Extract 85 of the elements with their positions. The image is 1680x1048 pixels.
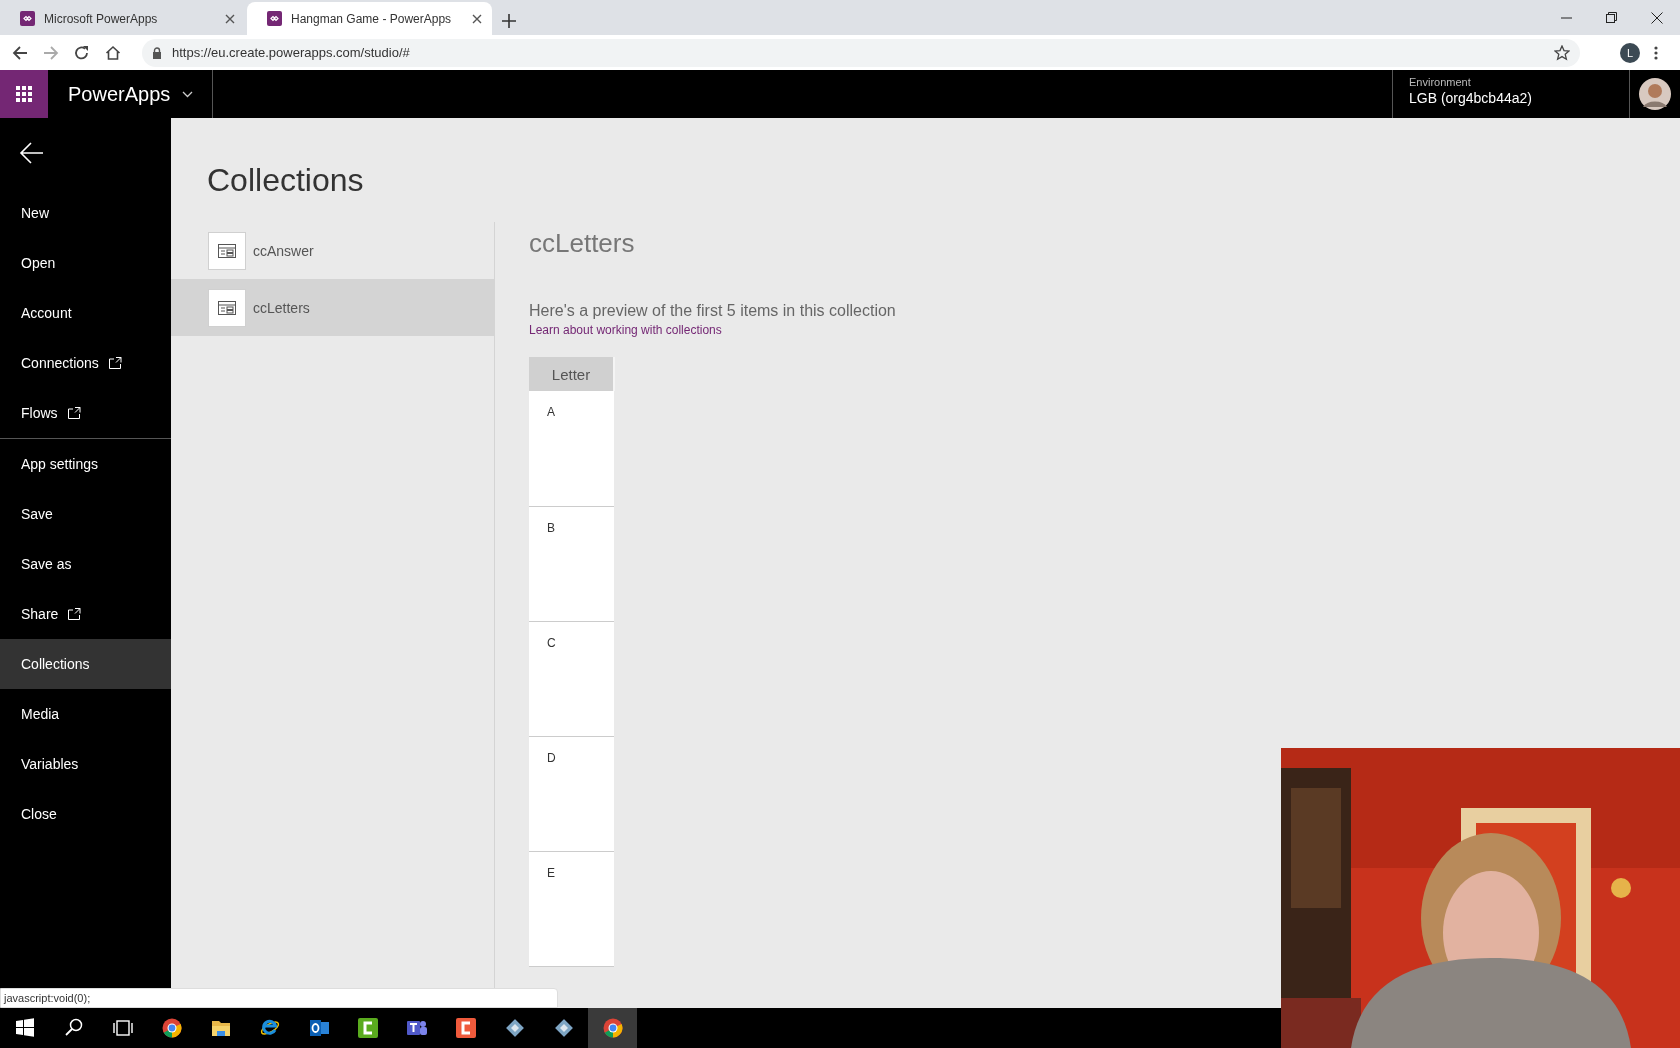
sidebar-label: Save bbox=[21, 506, 53, 522]
environment-label: Environment bbox=[1409, 76, 1472, 88]
search-icon bbox=[63, 1018, 84, 1038]
browser-tab[interactable]: Hangman Game - PowerApps bbox=[247, 2, 492, 35]
task-view-icon bbox=[112, 1018, 133, 1038]
environment-name: LGB (org4bcb44a2) bbox=[1409, 90, 1533, 106]
chrome-icon bbox=[161, 1018, 182, 1038]
table-glyph bbox=[218, 243, 236, 258]
bracket-app-icon bbox=[357, 1018, 378, 1038]
table-cell: E bbox=[529, 851, 614, 966]
star-icon[interactable] bbox=[1554, 44, 1570, 61]
sidebar-item[interactable]: Save bbox=[0, 489, 171, 539]
sidebar-item[interactable]: Account bbox=[0, 288, 171, 338]
app-name: PowerApps bbox=[68, 82, 171, 106]
sidebar-label: Account bbox=[21, 305, 72, 321]
user-avatar[interactable] bbox=[1639, 78, 1671, 110]
sidebar-item[interactable]: Close bbox=[0, 789, 171, 839]
app-favicon-icon bbox=[267, 11, 282, 26]
tab-title: Hangman Game - PowerApps bbox=[291, 11, 453, 26]
address-bar[interactable]: https://eu.create.powerapps.com/studio/# bbox=[142, 38, 1580, 67]
team-app-icon bbox=[406, 1018, 427, 1038]
help-link[interactable]: Learn about working with collections bbox=[529, 323, 722, 337]
sidebar-label: Collections bbox=[21, 656, 90, 672]
restore-icon[interactable] bbox=[1606, 12, 1617, 23]
diamond-app-icon bbox=[504, 1018, 525, 1038]
sidebar-item[interactable]: New bbox=[0, 188, 171, 238]
table-cell: A bbox=[529, 391, 614, 506]
browser-tab[interactable]: Microsoft PowerApps bbox=[0, 2, 245, 35]
page-title: Collections bbox=[206, 161, 365, 200]
sidebar-label: App settings bbox=[21, 456, 99, 472]
close-icon[interactable] bbox=[1651, 11, 1663, 24]
sidebar-item[interactable]: Connections bbox=[0, 338, 171, 388]
bracket-app-icon bbox=[455, 1018, 476, 1038]
lock-icon bbox=[152, 46, 162, 59]
sidebar-item[interactable]: Save as bbox=[0, 539, 171, 589]
windows-start-icon bbox=[14, 1018, 35, 1038]
mail-icon bbox=[308, 1018, 329, 1038]
collection-name: ccAnswer bbox=[253, 242, 314, 259]
tab-title: Microsoft PowerApps bbox=[44, 11, 159, 26]
sidebar-label: New bbox=[21, 205, 49, 221]
table-cell: D bbox=[529, 736, 614, 851]
app-favicon-icon bbox=[20, 11, 35, 26]
table-cell: B bbox=[529, 506, 614, 621]
reload-icon[interactable] bbox=[74, 44, 90, 61]
sidebar-item[interactable]: Variables bbox=[0, 739, 171, 789]
sidebar-item[interactable]: Open bbox=[0, 238, 171, 288]
collection-item[interactable]: ccLetters bbox=[171, 279, 494, 336]
diamond-app-icon bbox=[553, 1018, 574, 1038]
taskbar-button[interactable] bbox=[588, 1008, 637, 1048]
collection-item[interactable]: ccAnswer bbox=[171, 222, 494, 279]
new-tab-icon[interactable] bbox=[502, 14, 516, 28]
close-icon[interactable] bbox=[225, 13, 235, 24]
url-text: https://eu.create.powerapps.com/studio/# bbox=[172, 45, 410, 60]
sidebar-label: Open bbox=[21, 255, 56, 271]
back-icon[interactable] bbox=[12, 44, 28, 61]
sidebar-label: Variables bbox=[21, 756, 79, 772]
table-cell: C bbox=[529, 621, 614, 736]
status-tooltip: javascript:void(0); bbox=[0, 988, 558, 1008]
back-arrow-icon[interactable] bbox=[19, 141, 44, 165]
chevron-down-icon bbox=[182, 90, 194, 98]
browser-e-icon bbox=[259, 1018, 280, 1038]
close-icon[interactable] bbox=[472, 13, 482, 24]
sidebar-item[interactable]: Share bbox=[0, 589, 171, 639]
waffle-icon bbox=[16, 86, 32, 102]
collection-title: ccLetters bbox=[529, 228, 636, 258]
sidebar-item[interactable]: Collections bbox=[0, 639, 171, 689]
table-glyph bbox=[218, 300, 236, 315]
sidebar-label: Save as bbox=[21, 556, 72, 572]
preview-description: Here's a preview of the first 5 items in this collection bbox=[529, 302, 896, 320]
sidebar-label: Media bbox=[21, 706, 60, 722]
sidebar-label: Close bbox=[21, 806, 57, 822]
sidebar-item[interactable]: App settings bbox=[0, 439, 171, 489]
profile-avatar[interactable]: L bbox=[1620, 42, 1640, 63]
column-header: Letter bbox=[529, 357, 614, 391]
chrome-icon bbox=[602, 1018, 623, 1038]
sidebar-item[interactable]: Flows bbox=[0, 388, 171, 438]
home-icon[interactable] bbox=[105, 44, 121, 61]
sidebar-label: Flows bbox=[21, 405, 58, 421]
sidebar-label: Share bbox=[21, 606, 59, 622]
sidebar-label: Connections bbox=[21, 355, 99, 371]
folder-icon bbox=[210, 1018, 231, 1038]
sidebar-item[interactable]: Media bbox=[0, 689, 171, 739]
menu-icon[interactable] bbox=[1654, 45, 1658, 60]
app-launcher-button[interactable] bbox=[0, 70, 48, 118]
collection-name: ccLetters bbox=[253, 299, 310, 316]
